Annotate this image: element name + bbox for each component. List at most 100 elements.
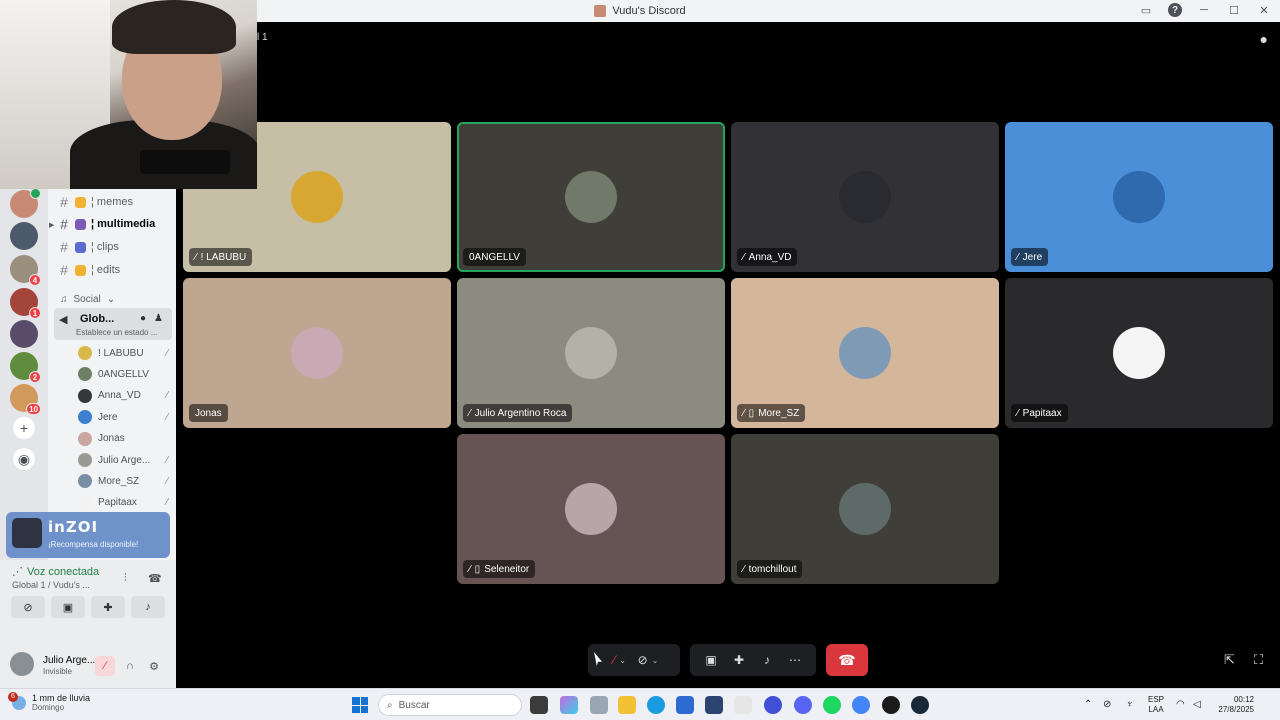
avatar[interactable] bbox=[10, 652, 34, 676]
more-options-icon[interactable]: ⋯ bbox=[785, 648, 805, 672]
weather-widget[interactable]: 6 1 mm de lluvia Domingo bbox=[8, 691, 90, 712]
promo-card[interactable]: inZOI ¡Recompensa disponible! bbox=[6, 512, 170, 558]
mute-toggle[interactable]: ⁄ ⌄ bbox=[610, 648, 630, 672]
server-icon[interactable] bbox=[10, 222, 38, 250]
microphone-icon[interactable]: ♆ bbox=[1126, 699, 1134, 710]
participant-tile[interactable]: ⁄ tomchillout bbox=[731, 434, 999, 584]
add-server-icon[interactable]: + bbox=[13, 417, 35, 439]
channel-label: ¦ clips bbox=[91, 241, 119, 253]
voice-member[interactable]: 0ANGELLV bbox=[78, 364, 168, 384]
close-icon[interactable]: ✕ bbox=[1256, 2, 1272, 18]
channel-multimedia[interactable]: # ¦ multimedia bbox=[58, 214, 172, 234]
chevron-down-icon[interactable]: ⌄ bbox=[619, 656, 626, 665]
app-icon[interactable] bbox=[705, 696, 723, 714]
soundboard-button[interactable]: ♪ bbox=[757, 648, 777, 672]
microphone-muted-icon[interactable]: ⁄ bbox=[95, 656, 115, 676]
participant-tile[interactable]: ⁄ Jere bbox=[1005, 122, 1273, 272]
explore-icon[interactable]: ◉ bbox=[13, 448, 35, 470]
participant-tile[interactable]: ⁄ Julio Argentino Roca bbox=[457, 278, 725, 428]
user-status: Invisible bbox=[43, 667, 72, 676]
voice-member[interactable]: ! LABUBU ⁄ bbox=[78, 343, 168, 363]
participant-name-tag: Jonas bbox=[189, 404, 228, 422]
app-icon[interactable] bbox=[764, 696, 782, 714]
taskbar-clock[interactable]: 00:12 27/8/2025 bbox=[1212, 695, 1254, 715]
webcam-preview[interactable] bbox=[0, 0, 257, 189]
voice-member-name: Papitaax bbox=[98, 497, 137, 509]
camera-off-button[interactable]: ⊘ bbox=[11, 596, 45, 618]
screen-share-button[interactable]: ▣ bbox=[701, 648, 721, 672]
voice-member[interactable]: More_SZ ⁄ bbox=[78, 471, 168, 491]
channel-emoji-icon bbox=[75, 196, 86, 208]
task-view-icon[interactable] bbox=[530, 696, 548, 714]
tray-expand-icon[interactable]: ⌃ bbox=[1084, 699, 1092, 710]
category-social[interactable]: ♫ Social ⌄ bbox=[60, 294, 115, 305]
activities-button[interactable]: ✚ bbox=[729, 648, 749, 672]
network-off-icon[interactable]: ⊘ bbox=[1103, 699, 1111, 710]
language-indicator[interactable]: ESP LAA bbox=[1148, 695, 1164, 715]
server-icon[interactable]: 2 bbox=[10, 352, 41, 383]
app-icon[interactable] bbox=[882, 696, 900, 714]
chevron-down-icon[interactable]: ⌄ bbox=[652, 656, 659, 665]
voice-connection-panel: ⋰ Voz conectada Global 1 / Vudu's ... ⫶ … bbox=[0, 560, 176, 646]
active-voice-channel[interactable]: ◀ Glob... ● ♟ Establece un estado ... bbox=[54, 308, 172, 340]
spotify-icon[interactable] bbox=[823, 696, 841, 714]
chat-bubble-icon[interactable]: ● bbox=[140, 313, 146, 324]
participant-tile[interactable]: 0ANGELLV bbox=[457, 122, 725, 272]
maximize-icon[interactable]: ☐ bbox=[1226, 2, 1242, 18]
voice-member[interactable]: Jere ⁄ bbox=[78, 407, 168, 427]
steam-icon[interactable] bbox=[911, 696, 929, 714]
screen-share-button[interactable]: ▣ bbox=[51, 596, 85, 618]
pop-out-icon[interactable]: ⇱ bbox=[1224, 652, 1235, 668]
chat-icon[interactable]: ● bbox=[1260, 31, 1268, 47]
voice-state[interactable]: ⋰ Voz conectada bbox=[12, 565, 99, 579]
voice-member[interactable]: Jonas bbox=[78, 429, 168, 449]
channel-clips[interactable]: # ¦ clips bbox=[58, 237, 172, 257]
camera-toggle[interactable]: ⊘ ⌄ bbox=[638, 648, 659, 672]
voice-member[interactable]: Papitaax ⁄ bbox=[78, 493, 168, 513]
fullscreen-icon[interactable]: ⛶ bbox=[1254, 652, 1263, 668]
chrome-icon[interactable] bbox=[852, 696, 870, 714]
voice-member-name: Jonas bbox=[98, 433, 125, 445]
participant-tile[interactable]: ⁄ Anna_VD bbox=[731, 122, 999, 272]
participant-tile[interactable]: ⁄ ▯ More_SZ bbox=[731, 278, 999, 428]
server-icon[interactable] bbox=[10, 320, 38, 348]
voice-member[interactable]: Anna_VD ⁄ bbox=[78, 386, 168, 406]
inbox-icon[interactable]: ▭ bbox=[1138, 2, 1154, 18]
taskbar-search[interactable]: ⌕ Buscar bbox=[378, 694, 522, 716]
volume-icon[interactable]: ◁ bbox=[1193, 699, 1201, 710]
add-member-icon[interactable]: ♟ bbox=[154, 313, 163, 324]
channel-memes[interactable]: # ¦ memes bbox=[58, 192, 172, 212]
file-explorer-icon[interactable] bbox=[618, 696, 636, 714]
app-icon[interactable] bbox=[590, 696, 608, 714]
headphones-icon[interactable]: ∩ bbox=[120, 656, 140, 676]
copilot-icon[interactable] bbox=[560, 696, 578, 714]
server-icon[interactable]: 1 bbox=[10, 288, 41, 319]
server-icon[interactable]: 4 bbox=[10, 255, 41, 286]
channel-edits[interactable]: # ¦ edits bbox=[58, 260, 172, 280]
participant-tile[interactable]: ⁄ ▯ Seleneitor bbox=[457, 434, 725, 584]
noise-suppression-icon[interactable]: ⫶ bbox=[124, 572, 127, 585]
voice-member[interactable]: Julio Arge... ⁄ bbox=[78, 450, 168, 470]
wifi-icon[interactable]: ◠ bbox=[1176, 699, 1185, 710]
store-icon[interactable] bbox=[676, 696, 694, 714]
hang-up-button[interactable]: ☎ bbox=[826, 644, 868, 676]
minimize-icon[interactable]: ─ bbox=[1196, 2, 1212, 18]
participant-tile[interactable]: ⁄ Papitaax bbox=[1005, 278, 1273, 428]
microphone-muted-icon: ⁄ bbox=[166, 497, 168, 509]
edge-icon[interactable] bbox=[647, 696, 665, 714]
server-icon[interactable] bbox=[10, 188, 41, 218]
chevron-right-icon: ▶ bbox=[49, 222, 55, 229]
help-icon[interactable]: ? bbox=[1168, 3, 1182, 17]
windows-start-icon[interactable] bbox=[352, 697, 368, 713]
participant-tile[interactable]: Jonas bbox=[183, 278, 451, 428]
voice-location[interactable]: Global 1 / Vudu's ... bbox=[12, 580, 90, 590]
discord-icon[interactable] bbox=[794, 696, 812, 714]
disconnect-icon[interactable]: ☎ bbox=[148, 572, 162, 585]
participant-name-tag: ⁄ Papitaax bbox=[1011, 404, 1068, 422]
participant-name: Jonas bbox=[195, 407, 222, 419]
activities-button[interactable]: ✚ bbox=[91, 596, 125, 618]
app-icon[interactable] bbox=[734, 696, 752, 714]
server-icon[interactable]: 10 bbox=[10, 384, 41, 415]
soundboard-button[interactable]: ♪ bbox=[131, 596, 165, 618]
gear-icon[interactable]: ⚙ bbox=[144, 656, 164, 676]
